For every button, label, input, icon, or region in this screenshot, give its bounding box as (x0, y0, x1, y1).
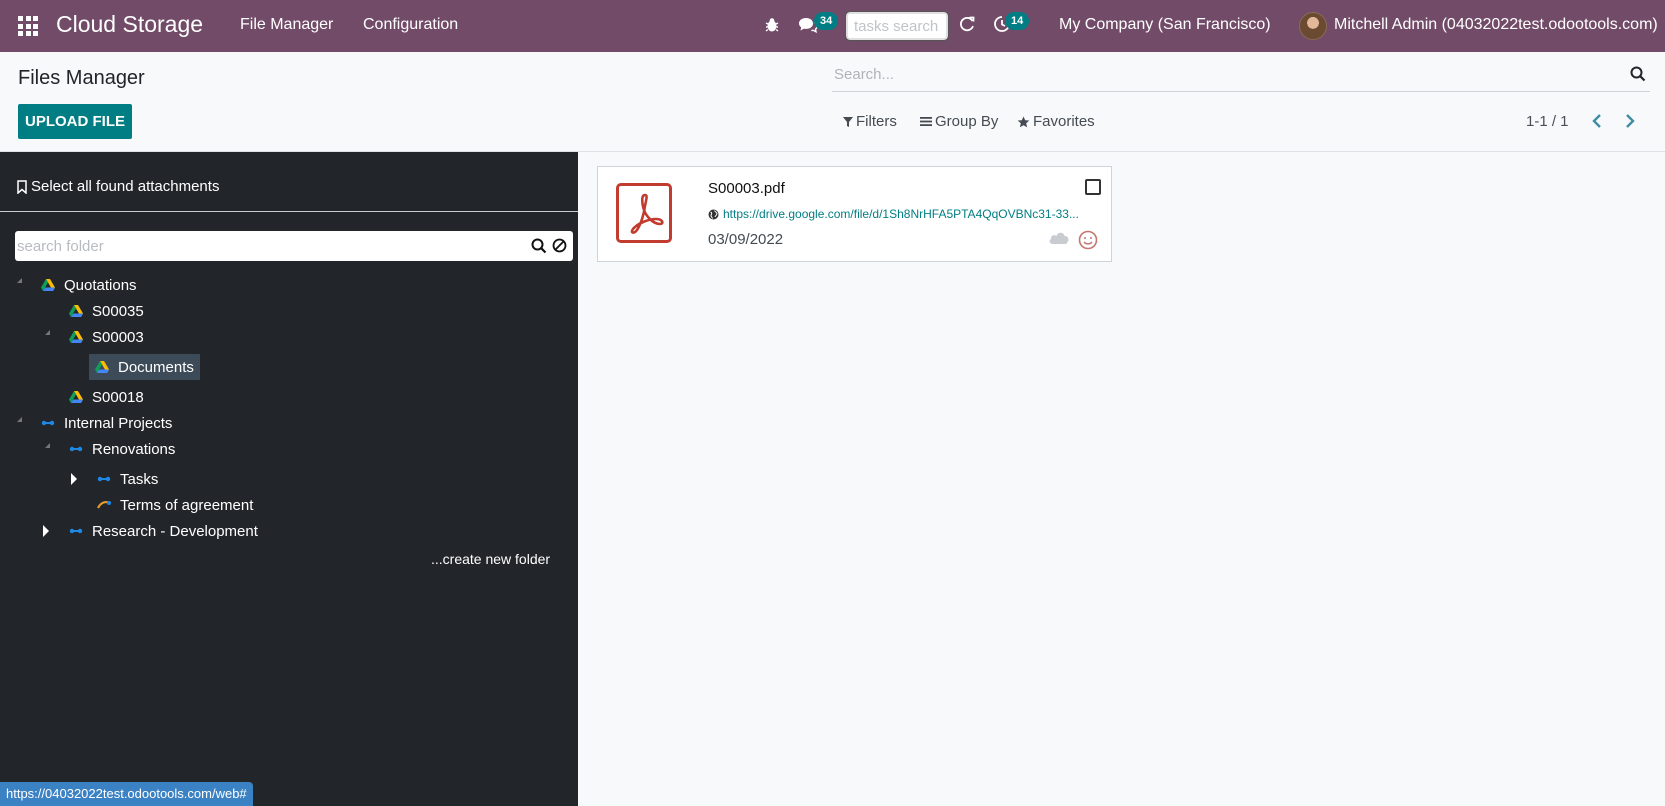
filter-icon (843, 116, 853, 127)
pager-previous-icon[interactable] (1590, 112, 1604, 130)
file-url-row: https://drive.google.com/file/d/1Sh8NrHF… (708, 207, 1100, 221)
folder-terms-of-agreement[interactable]: Terms of agreement (97, 492, 253, 518)
files-area: S00003.pdf https://drive.google.com/file… (578, 152, 1665, 806)
apps-menu-icon[interactable] (18, 16, 38, 36)
user-avatar[interactable] (1299, 12, 1327, 40)
folder-label: S00003 (92, 328, 144, 346)
filters-label: Filters (856, 113, 897, 130)
messages-badge: 34 (814, 12, 839, 30)
folder-s00018[interactable]: S00018 (69, 384, 144, 410)
sharepoint-icon (97, 476, 111, 482)
folder-internal-projects[interactable]: Internal Projects (41, 410, 172, 436)
google-drive-icon (69, 331, 83, 343)
file-date: 03/09/2022 (708, 231, 784, 248)
file-card[interactable]: S00003.pdf https://drive.google.com/file… (597, 166, 1112, 262)
sharepoint-icon (69, 528, 83, 534)
pager-next-icon[interactable] (1623, 112, 1637, 130)
folder-label: Terms of agreement (120, 496, 254, 514)
folder-label: S00035 (92, 302, 144, 320)
search-bar (832, 60, 1650, 92)
folder-label: Research - Development (92, 522, 258, 540)
favorites-label: Favorites (1033, 113, 1095, 130)
folder-quotations[interactable]: Quotations (41, 272, 137, 298)
file-url-link[interactable]: https://drive.google.com/file/d/1Sh8NrHF… (723, 207, 1098, 221)
top-navbar: Cloud Storage File Manager Configuration… (0, 0, 1665, 52)
clear-search-icon[interactable] (552, 238, 567, 253)
google-drive-icon (69, 305, 83, 317)
activities-badge: 14 (1005, 12, 1030, 30)
sharepoint-icon (97, 500, 111, 509)
user-menu[interactable]: Mitchell Admin (04032022test.odootools.c… (1334, 16, 1658, 34)
collapsed-caret-icon[interactable] (71, 473, 78, 485)
google-drive-icon (69, 391, 83, 403)
select-all-attachments[interactable]: Select all found attachments (17, 178, 219, 195)
app-brand[interactable]: Cloud Storage (56, 11, 203, 38)
google-drive-icon (95, 361, 109, 373)
select-all-label: Select all found attachments (31, 178, 220, 195)
star-icon (1017, 116, 1030, 127)
company-switcher[interactable]: My Company (San Francisco) (1059, 16, 1271, 34)
folder-label: S00018 (92, 388, 144, 406)
page-title: Files Manager (18, 67, 145, 89)
group-by-label: Group By (935, 113, 999, 130)
folder-documents[interactable]: Documents (89, 354, 200, 380)
filters-button[interactable]: Filters (843, 113, 897, 130)
expand-toggle-icon[interactable] (45, 443, 51, 449)
expand-toggle-icon[interactable] (45, 330, 51, 336)
cloud-icon (1049, 232, 1069, 244)
favorites-button[interactable]: Favorites (1017, 113, 1095, 130)
sync-icon[interactable] (958, 15, 976, 33)
folder-label: Internal Projects (64, 414, 173, 432)
bug-icon[interactable] (763, 16, 781, 34)
upload-file-button[interactable]: UPLOAD FILE (18, 104, 132, 139)
pdf-icon[interactable] (616, 183, 672, 243)
folder-renovations[interactable]: Renovations (69, 436, 175, 462)
control-panel: Files Manager UPLOAD FILE Filters Group … (0, 52, 1665, 152)
file-name[interactable]: S00003.pdf (708, 180, 785, 197)
collapsed-caret-icon[interactable] (43, 525, 50, 537)
globe-icon (708, 209, 719, 219)
search-icon[interactable] (1630, 66, 1646, 82)
folder-label: Tasks (120, 470, 159, 488)
group-by-button[interactable]: Group By (920, 113, 998, 130)
folder-sidebar: Select all found attachments Quotations … (0, 152, 578, 806)
tasks-search-input[interactable] (845, 11, 949, 41)
pdf-logo-icon (630, 193, 664, 234)
folder-research-development[interactable]: Research - Development (69, 518, 258, 544)
folder-tasks[interactable]: Tasks (97, 466, 158, 492)
folder-search-box (15, 231, 573, 261)
folder-label: Documents (118, 358, 194, 376)
search-input[interactable] (832, 60, 1612, 88)
file-select-checkbox[interactable] (1085, 179, 1101, 195)
folder-search-input[interactable] (15, 231, 525, 261)
sharepoint-icon (41, 420, 55, 426)
folder-label: Quotations (64, 276, 137, 294)
menu-configuration[interactable]: Configuration (363, 16, 458, 34)
sidebar-divider (0, 211, 578, 212)
folder-label: Renovations (92, 440, 176, 458)
pager-value[interactable]: 1-1 / 1 (1526, 113, 1569, 130)
folder-s00035[interactable]: S00035 (69, 298, 144, 324)
folder-search-icon[interactable] (531, 238, 547, 254)
expand-toggle-icon[interactable] (17, 278, 23, 284)
menu-file-manager[interactable]: File Manager (240, 16, 333, 34)
expand-toggle-icon[interactable] (17, 417, 23, 423)
browser-status-url: https://04032022test.odootools.com/web# (0, 782, 253, 806)
sharepoint-icon (69, 446, 83, 452)
group-by-icon (920, 117, 932, 126)
create-new-folder-link[interactable]: ...create new folder (431, 551, 550, 567)
google-drive-icon (41, 279, 55, 291)
activity-smile-icon[interactable] (1078, 230, 1098, 250)
bookmark-icon (17, 179, 27, 194)
folder-s00003[interactable]: S00003 (69, 324, 144, 350)
